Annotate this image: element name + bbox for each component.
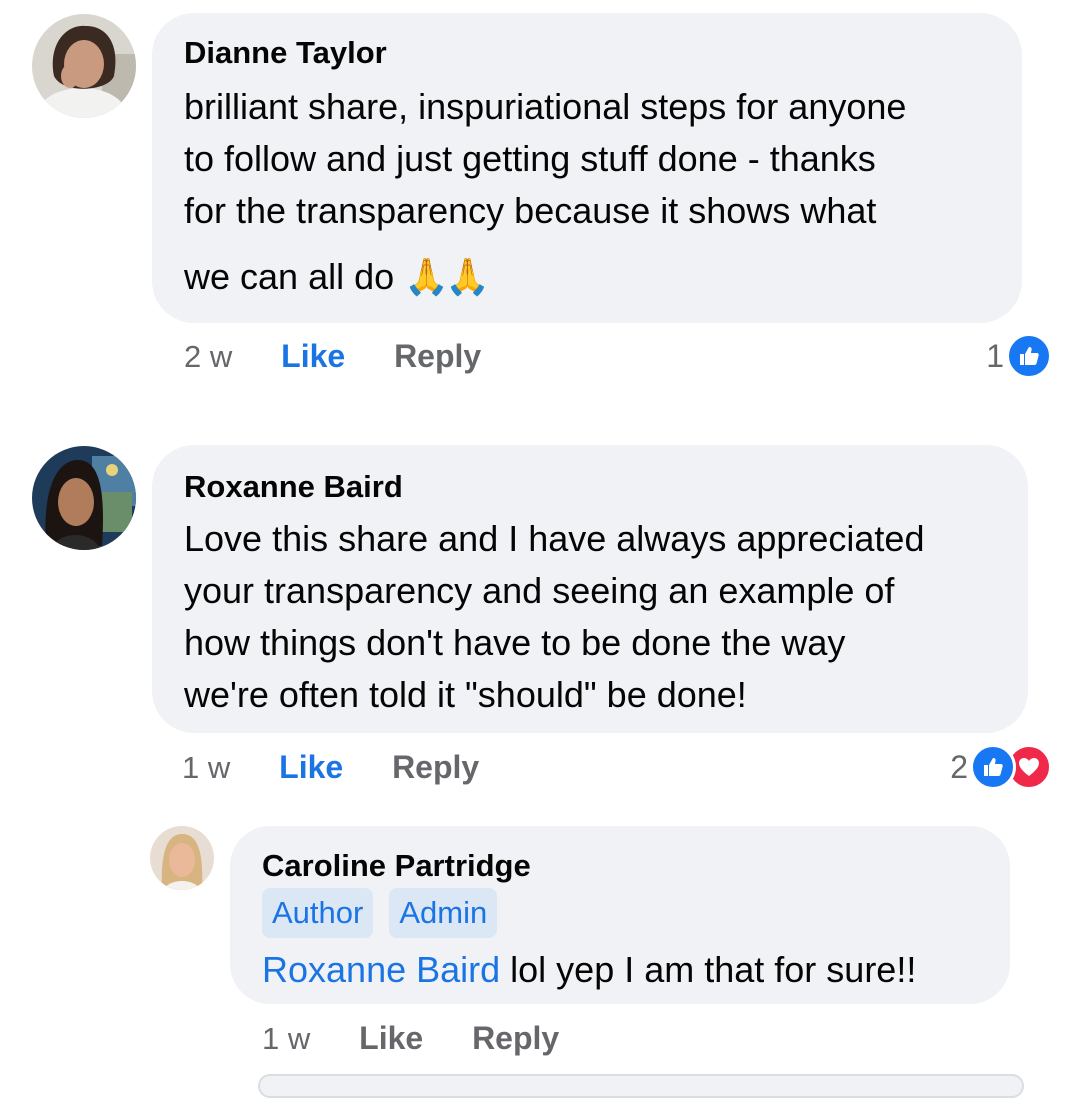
comment-bubble-roxanne-baird: Roxanne Baird Love this share and I have… [152, 445, 1028, 733]
comment-line: we can all do 🙏🙏 [184, 256, 490, 298]
comment-author[interactable]: Roxanne Baird [184, 467, 998, 507]
comment-timestamp[interactable]: 1 w [182, 750, 230, 785]
mention-link[interactable]: Roxanne Baird [262, 949, 500, 990]
like-button[interactable]: Like [279, 749, 343, 785]
avatar-dianne-taylor[interactable] [32, 14, 136, 118]
avatar-photo-icon [150, 826, 214, 890]
folded-hands-emoji: 🙏🙏 [404, 257, 490, 298]
reply-author[interactable]: Caroline Partridge [262, 846, 986, 886]
comment-line: for the transparency because it shows wh… [184, 190, 877, 231]
comment-line: how things don't have to be done the way [184, 622, 846, 663]
comment-line: Love this share and I have always apprec… [184, 518, 925, 559]
like-button[interactable]: Like [281, 338, 345, 374]
reaction-summary[interactable]: 1 [986, 333, 1052, 379]
reaction-count: 1 [986, 337, 1004, 374]
like-icon [1006, 333, 1052, 379]
reply-bubble-caroline-partridge: Caroline Partridge Author Admin Roxanne B… [230, 826, 1010, 1004]
reaction-count: 2 [950, 748, 968, 785]
comment-bubble-dianne-taylor: Dianne Taylor brilliant share, inspuriat… [152, 13, 1022, 323]
comment-author[interactable]: Dianne Taylor [184, 33, 992, 73]
reply-text: Roxanne Baird lol yep I am that for sure… [262, 949, 917, 990]
author-badge: Author [262, 888, 374, 938]
comment-actions: 2 w Like Reply [184, 336, 481, 376]
comment-actions: 1 w Like Reply [182, 747, 479, 787]
reply-button[interactable]: Reply [472, 1020, 559, 1056]
like-icon [970, 744, 1016, 790]
reply-button[interactable]: Reply [392, 749, 479, 785]
admin-badge: Admin [389, 888, 498, 938]
avatar-photo-icon [32, 14, 136, 118]
comment-text: brilliant share, inspuriational steps fo… [184, 81, 992, 304]
avatar-caroline-partridge[interactable] [150, 826, 214, 890]
comment-timestamp[interactable]: 2 w [184, 339, 232, 374]
comment-line: to follow and just getting stuff done - … [184, 138, 876, 179]
avatar-roxanne-baird[interactable] [32, 446, 136, 550]
comment-line: we're often told it "should" be done! [184, 674, 747, 715]
reply-input-edge[interactable] [258, 1074, 1024, 1098]
avatar-photo-icon [32, 446, 136, 550]
like-button[interactable]: Like [359, 1020, 423, 1056]
comment-text: Love this share and I have always apprec… [184, 513, 998, 721]
reply-button[interactable]: Reply [394, 338, 481, 374]
reply-actions: 1 w Like Reply [262, 1018, 559, 1058]
comment-line: brilliant share, inspuriational steps fo… [184, 86, 907, 127]
reply-timestamp[interactable]: 1 w [262, 1021, 310, 1056]
comment-line: your transparency and seeing an example … [184, 570, 895, 611]
author-badges: Author Admin [262, 888, 986, 940]
reaction-summary[interactable]: 2 [950, 744, 1052, 790]
